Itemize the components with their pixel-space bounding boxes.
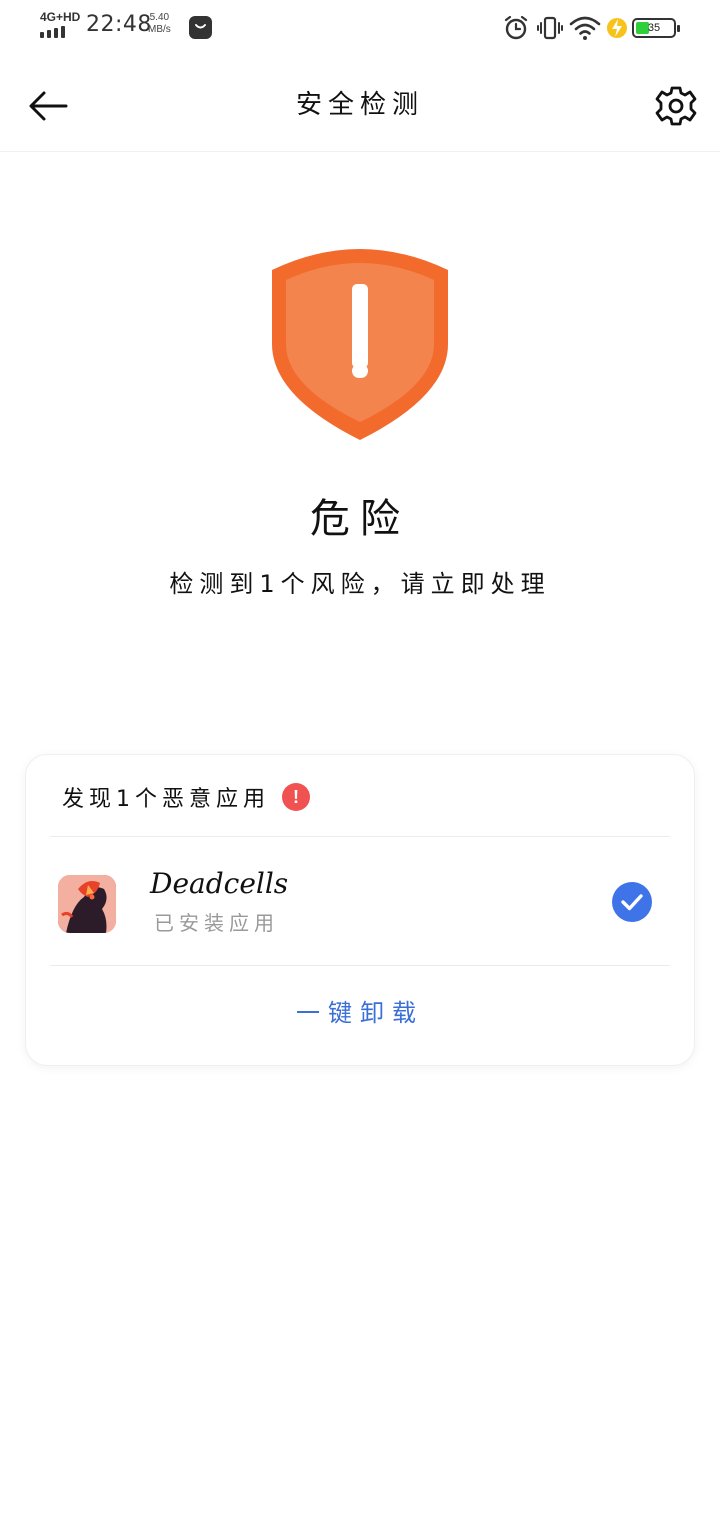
alarm-icon xyxy=(504,15,528,40)
warning-badge-icon: ! xyxy=(282,783,310,811)
speed-unit: MB/s xyxy=(148,24,171,35)
warning-shield-icon xyxy=(272,249,448,440)
selected-checkbox[interactable] xyxy=(612,882,652,922)
app-icon xyxy=(58,875,116,933)
app-name: Deadcells xyxy=(150,867,289,900)
title-bar: 安全检测 xyxy=(0,56,720,152)
network-type: 4G+HD xyxy=(40,10,81,24)
card-header: 发现1个恶意应用 ! xyxy=(62,781,310,813)
app-list-item[interactable]: Deadcells 已安装应用 xyxy=(26,837,694,965)
checkmark-icon xyxy=(621,894,643,911)
charging-icon xyxy=(607,18,627,38)
uninstall-all-button[interactable]: 一键卸载 xyxy=(26,967,694,1067)
divider xyxy=(50,965,670,966)
speed-value: 5.40 xyxy=(149,12,170,23)
page-title: 安全检测 xyxy=(295,90,424,120)
status-bar: 4G+HD 22:48 5.40 MB/s 35 xyxy=(0,0,720,56)
settings-button[interactable] xyxy=(652,82,700,130)
shop-icon xyxy=(189,16,212,39)
malicious-apps-card: 发现1个恶意应用 ! Deadcells 已安装应用 一键卸载 xyxy=(25,754,695,1066)
status-time: 22:48 xyxy=(86,12,152,37)
card-header-label: 发现1个恶意应用 xyxy=(62,787,270,812)
wifi-icon xyxy=(569,16,601,40)
battery-icon: 35 xyxy=(632,18,680,38)
battery-level: 35 xyxy=(647,22,661,34)
risk-status-description: 检测到1个风险，请立即处理 xyxy=(169,570,551,598)
app-subtitle: 已安装应用 xyxy=(154,911,279,935)
risk-status-title: 危险 xyxy=(310,496,410,542)
gear-icon xyxy=(655,86,697,126)
network-speed: 5.40 MB/s xyxy=(148,12,171,36)
vibrate-icon xyxy=(537,16,563,40)
signal-icon xyxy=(40,26,70,38)
